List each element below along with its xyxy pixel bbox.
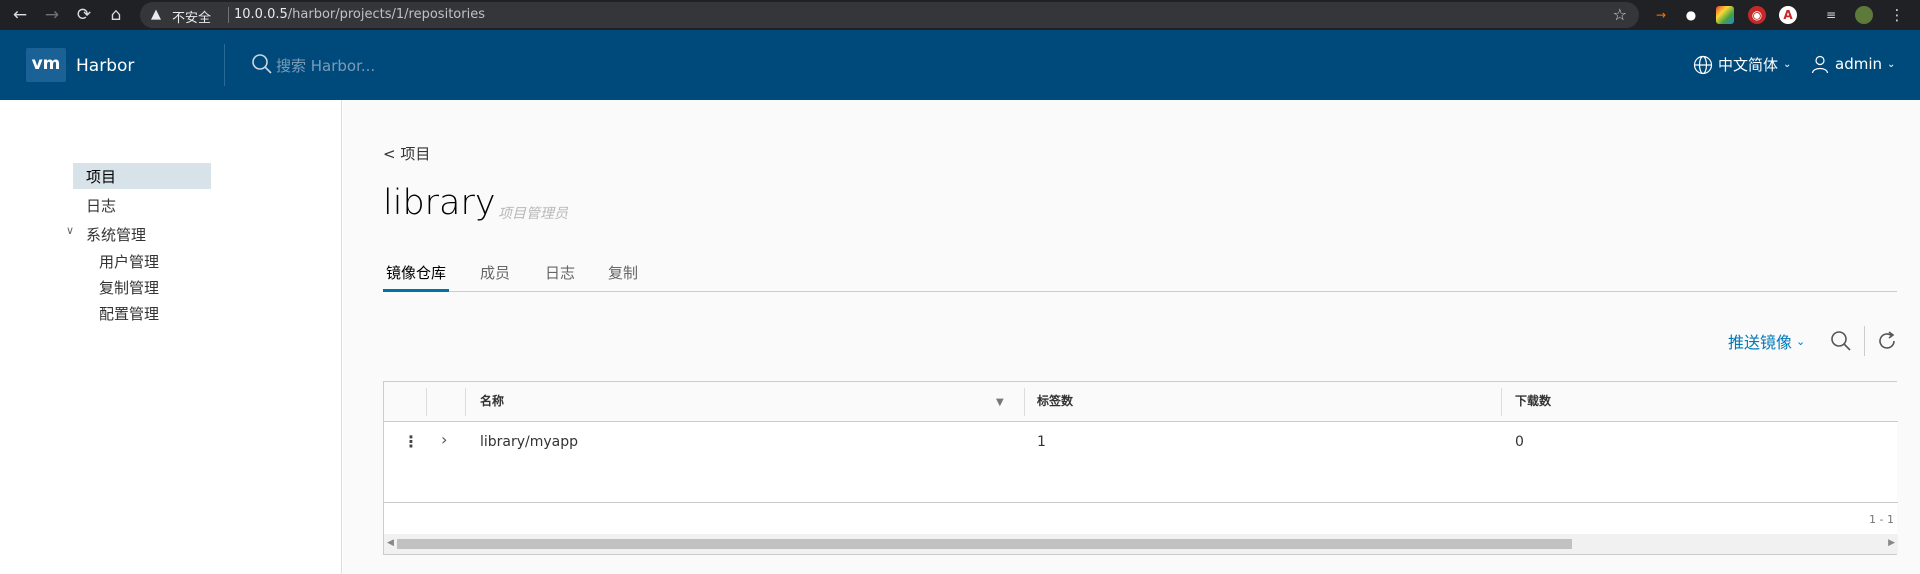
sidebar-item-config[interactable]: 配置管理 — [99, 303, 159, 324]
chevron-down-icon: ⌄ — [1783, 59, 1792, 70]
app-header: vm Harbor 中文简体 ⌄ admin ⌄ — [0, 30, 1920, 100]
user-icon — [1811, 55, 1829, 74]
sidebar-item-users[interactable]: 用户管理 — [99, 251, 159, 272]
home-icon[interactable]: ⌂ — [104, 4, 128, 26]
repository-table: 名称 ▼ 标签数 下载数 ⋮ › library/myapp 1 0 1 - 1… — [383, 381, 1898, 555]
globe-icon — [1693, 55, 1713, 74]
scroll-left-icon[interactable]: ◀ — [387, 538, 394, 548]
browser-toolbar: ← → ⟳ ⌂ ▲ 不安全 10.0.0.5/harbor/projects/1… — [0, 0, 1920, 30]
reading-list-icon[interactable]: ≡ — [1822, 6, 1840, 24]
back-arrow-icon[interactable]: ← — [8, 4, 32, 26]
chevron-down-icon: ⌄ — [1796, 334, 1806, 348]
table-header: 名称 ▼ 标签数 下载数 — [384, 382, 1898, 422]
scrollbar-thumb[interactable] — [397, 539, 1572, 549]
row-actions-icon[interactable]: ⋮ — [403, 432, 419, 451]
extension-color-icon[interactable] — [1716, 6, 1734, 24]
search-icon[interactable] — [1829, 329, 1853, 353]
repo-name-link[interactable]: library/myapp — [480, 434, 578, 450]
sidebar-item-logs[interactable]: 日志 — [86, 195, 116, 216]
filter-icon[interactable]: ▼ — [996, 397, 1004, 408]
chevron-down-icon[interactable]: ∨ — [66, 224, 74, 237]
sidebar-item-projects[interactable]: 项目 — [73, 163, 211, 189]
table-footer: 1 - 1 — [384, 502, 1898, 534]
security-label[interactable]: 不安全 — [172, 7, 211, 26]
url-path: /harbor/projects/1/repositories — [287, 7, 485, 22]
refresh-icon[interactable] — [1875, 329, 1899, 353]
url-host: 10.0.0.5 — [234, 7, 288, 22]
url-text[interactable]: 10.0.0.5/harbor/projects/1/repositories — [234, 7, 485, 22]
app-name[interactable]: Harbor — [76, 56, 134, 76]
extension-arrow-icon[interactable]: → — [1652, 6, 1670, 24]
toolbar-divider — [1864, 326, 1865, 356]
scroll-right-icon[interactable]: ▶ — [1888, 538, 1895, 548]
tab-members[interactable]: 成员 — [480, 260, 510, 292]
user-menu[interactable]: admin ⌄ — [1810, 54, 1895, 74]
sidebar-item-replication[interactable]: 复制管理 — [99, 277, 159, 298]
pagination-count: 1 - 1 — [1869, 513, 1894, 526]
expand-row-icon[interactable]: › — [441, 430, 447, 449]
global-search-input[interactable] — [276, 55, 576, 77]
vmware-logo[interactable]: vm — [26, 48, 66, 82]
header-divider — [224, 44, 225, 86]
warning-icon: ▲ — [151, 7, 161, 22]
back-to-projects-link[interactable]: < 项目 — [383, 143, 430, 164]
column-header-name[interactable]: 名称 — [480, 382, 504, 422]
column-separator — [426, 388, 427, 416]
pull-count: 0 — [1515, 434, 1524, 450]
language-selector[interactable]: 中文简体 ⌄ — [1693, 54, 1791, 75]
tag-count: 1 — [1037, 434, 1046, 450]
sidebar-item-admin[interactable]: 系统管理 — [86, 224, 146, 245]
bookmark-star-icon[interactable]: ☆ — [1613, 5, 1627, 24]
more-menu-icon[interactable]: ⋮ — [1888, 6, 1906, 24]
push-image-label: 推送镜像 — [1728, 333, 1793, 352]
url-separator — [228, 7, 229, 23]
chevron-down-icon: ⌄ — [1887, 58, 1896, 70]
search-icon — [252, 54, 272, 74]
horizontal-scrollbar[interactable]: ◀ ▶ — [384, 534, 1898, 554]
tab-logs[interactable]: 日志 — [545, 260, 575, 292]
column-header-tags[interactable]: 标签数 — [1037, 382, 1073, 422]
reload-icon[interactable]: ⟳ — [72, 4, 96, 26]
push-image-button[interactable]: 推送镜像 ⌄ — [1728, 329, 1805, 353]
column-separator — [1024, 388, 1025, 416]
extension-eye-icon[interactable]: ◉ — [1748, 6, 1766, 24]
sidebar: 项目 日志 ∨ 系统管理 用户管理 复制管理 配置管理 — [0, 100, 342, 574]
tab-replication[interactable]: 复制 — [608, 260, 638, 292]
main-content: < 项目 library 项目管理员 镜像仓库 成员 日志 复制 推送镜像 ⌄ … — [343, 100, 1920, 574]
extension-a-icon[interactable]: A — [1779, 6, 1797, 24]
tab-repositories[interactable]: 镜像仓库 — [383, 260, 450, 292]
extension-foot-icon[interactable]: ● — [1682, 6, 1700, 24]
address-bar[interactable]: ▲ 不安全 10.0.0.5/harbor/projects/1/reposit… — [140, 2, 1639, 28]
username: admin — [1835, 55, 1882, 73]
column-separator — [465, 388, 466, 416]
page-title: library — [383, 183, 496, 223]
profile-avatar[interactable] — [1855, 6, 1873, 24]
forward-arrow-icon[interactable]: → — [40, 4, 64, 26]
column-separator — [1501, 388, 1502, 416]
project-role-label: 项目管理员 — [498, 206, 568, 222]
column-header-pulls[interactable]: 下载数 — [1515, 382, 1551, 422]
project-tabs: 镜像仓库 成员 日志 复制 — [383, 260, 1897, 292]
language-label: 中文简体 — [1718, 56, 1779, 74]
